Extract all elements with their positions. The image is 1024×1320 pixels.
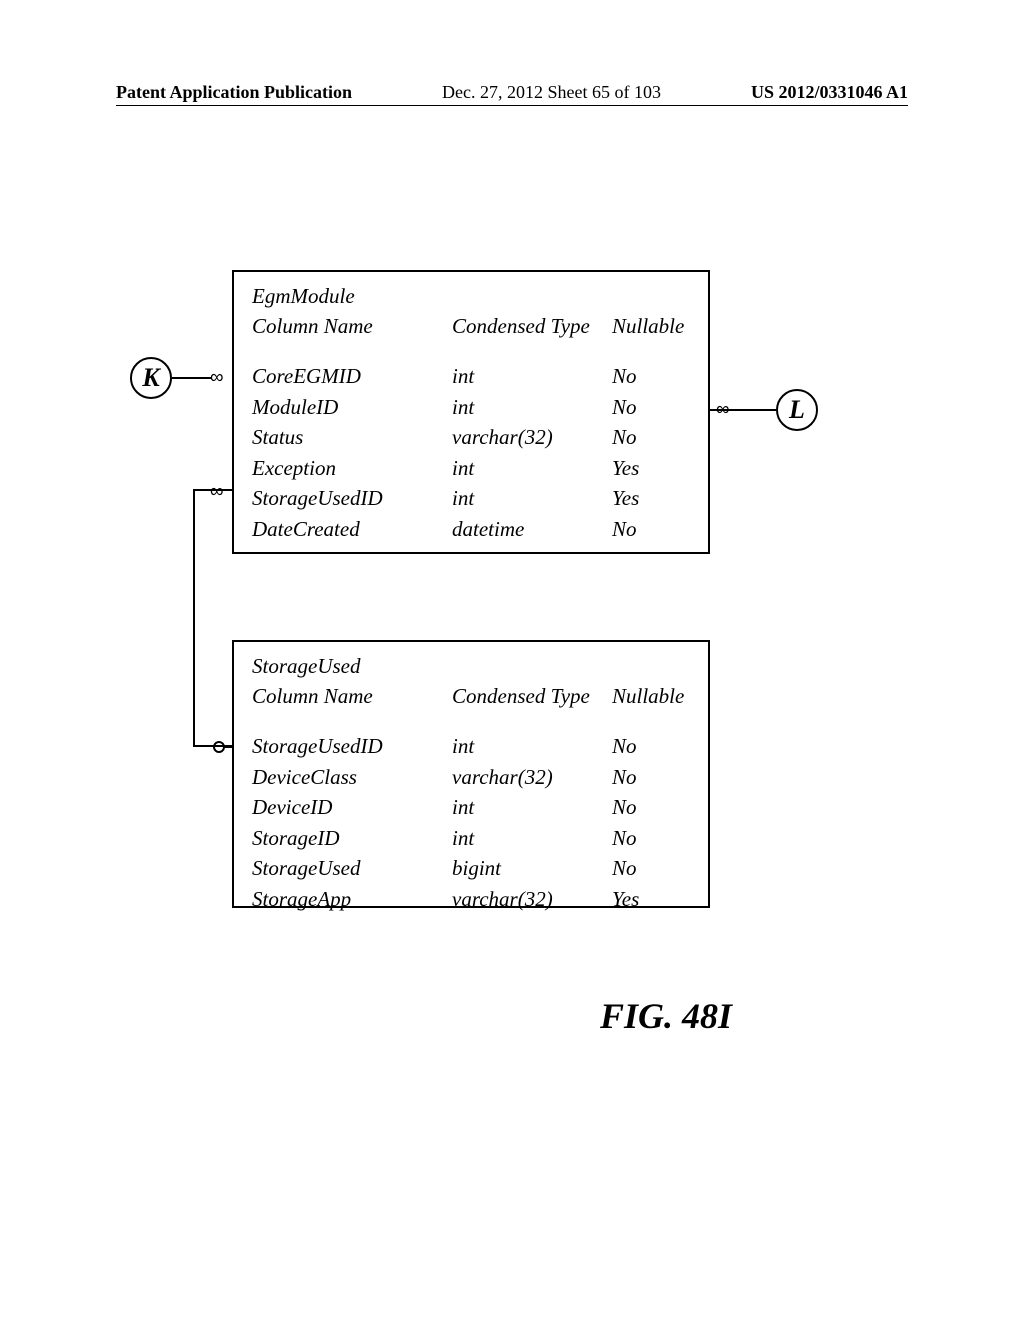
table-row: StorageUsedID int Yes — [252, 483, 690, 513]
cell-type: datetime — [452, 514, 612, 544]
reference-letter-l: L — [789, 395, 805, 425]
infinity-icon: ∞ — [210, 481, 224, 503]
cell-nullable: No — [612, 762, 702, 792]
table-title: StorageUsed — [252, 654, 690, 679]
table-header-row: Column Name Condensed Type Nullable — [252, 311, 690, 341]
cell-nullable: No — [612, 392, 702, 422]
reference-circle-l: L — [776, 389, 818, 431]
table-row: Status varchar(32) No — [252, 422, 690, 452]
table-row: StorageUsedID int No — [252, 731, 690, 761]
table-row: DeviceID int No — [252, 792, 690, 822]
cell-type: int — [452, 453, 612, 483]
cell-name: StorageUsedID — [252, 483, 452, 513]
cell-type: varchar(32) — [452, 422, 612, 452]
cell-nullable: No — [612, 731, 702, 761]
cell-type: varchar(32) — [452, 762, 612, 792]
table-row: DeviceClass varchar(32) No — [252, 762, 690, 792]
cell-type: int — [452, 483, 612, 513]
table-title: EgmModule — [252, 284, 690, 309]
cell-name: StorageApp — [252, 884, 452, 914]
page-header: Patent Application Publication Dec. 27, … — [116, 82, 908, 106]
table-row: DateCreated datetime No — [252, 514, 690, 544]
cell-name: Status — [252, 422, 452, 452]
table-row: StorageApp varchar(32) Yes — [252, 884, 690, 914]
table-row: Exception int Yes — [252, 453, 690, 483]
table-header-row: Column Name Condensed Type Nullable — [252, 681, 690, 711]
cell-name: ModuleID — [252, 392, 452, 422]
cell-type: int — [452, 731, 612, 761]
col-header-name: Column Name — [252, 681, 452, 711]
cell-nullable: Yes — [612, 483, 702, 513]
cell-type: int — [452, 823, 612, 853]
cell-nullable: Yes — [612, 884, 702, 914]
cell-nullable: No — [612, 361, 702, 391]
cell-name: CoreEGMID — [252, 361, 452, 391]
figure-label: FIG. 48I — [600, 995, 732, 1037]
cell-nullable: No — [612, 853, 702, 883]
header-right: US 2012/0331046 A1 — [751, 82, 908, 103]
cell-name: DateCreated — [252, 514, 452, 544]
col-header-name: Column Name — [252, 311, 452, 341]
header-center: Dec. 27, 2012 Sheet 65 of 103 — [442, 82, 661, 103]
reference-letter-k: K — [142, 363, 159, 393]
col-header-type: Condensed Type — [452, 311, 612, 341]
cell-type: int — [452, 361, 612, 391]
table-row: ModuleID int No — [252, 392, 690, 422]
cell-nullable: No — [612, 514, 702, 544]
cell-nullable: No — [612, 792, 702, 822]
cell-name: DeviceClass — [252, 762, 452, 792]
cell-nullable: No — [612, 422, 702, 452]
cell-nullable: No — [612, 823, 702, 853]
cell-name: StorageUsedID — [252, 731, 452, 761]
reference-circle-k: K — [130, 357, 172, 399]
col-header-type: Condensed Type — [452, 681, 612, 711]
table-row: StorageUsed bigint No — [252, 853, 690, 883]
cell-type: int — [452, 792, 612, 822]
cell-type: int — [452, 392, 612, 422]
col-header-nullable: Nullable — [612, 681, 702, 711]
cell-type: bigint — [452, 853, 612, 883]
infinity-icon: ∞ — [716, 399, 730, 421]
table-row: CoreEGMID int No — [252, 361, 690, 391]
table-row: StorageID int No — [252, 823, 690, 853]
cell-nullable: Yes — [612, 453, 702, 483]
connector-storageusedid-fk — [182, 484, 234, 756]
key-endpoint-icon — [212, 738, 232, 756]
cell-name: StorageID — [252, 823, 452, 853]
entity-table-storageused: StorageUsed Column Name Condensed Type N… — [232, 640, 710, 908]
header-left: Patent Application Publication — [116, 82, 352, 103]
col-header-nullable: Nullable — [612, 311, 702, 341]
entity-table-egmmodule: EgmModule Column Name Condensed Type Nul… — [232, 270, 710, 554]
cell-name: StorageUsed — [252, 853, 452, 883]
cell-name: DeviceID — [252, 792, 452, 822]
infinity-icon: ∞ — [210, 367, 224, 389]
cell-type: varchar(32) — [452, 884, 612, 914]
cell-name: Exception — [252, 453, 452, 483]
